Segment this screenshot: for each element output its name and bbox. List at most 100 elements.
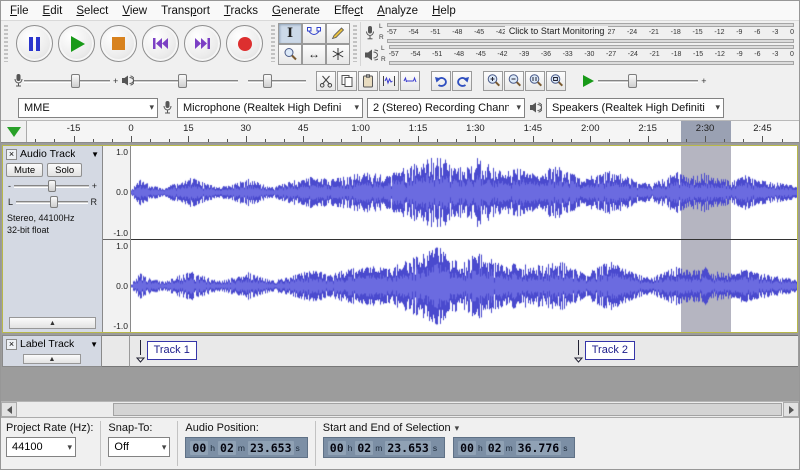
waveform-channel-right[interactable]: [131, 240, 797, 333]
auxiliary-slider-thumb[interactable]: [263, 74, 272, 88]
recording-channels-dropdown[interactable]: 2 (Stereo) Recording Channels ▾: [367, 98, 525, 118]
label-track-title[interactable]: Label Track: [20, 338, 74, 350]
multi-tool-button[interactable]: [326, 44, 350, 65]
menu-select[interactable]: Select: [69, 3, 115, 19]
gain-slider[interactable]: [14, 179, 89, 193]
silence-audio-button[interactable]: [400, 71, 420, 91]
paste-button[interactable]: [358, 71, 378, 91]
stop-button[interactable]: [100, 25, 137, 62]
playback-meter[interactable]: LR -57-54-51-48-45-42-39-36-33-30-27-24-…: [360, 44, 799, 66]
solo-button[interactable]: Solo: [47, 163, 82, 177]
zoom-out-button[interactable]: [504, 71, 524, 91]
ruler-value: 1.0: [116, 147, 128, 157]
label-track-menu-arrow[interactable]: ▼: [90, 340, 98, 349]
gain-slider-thumb[interactable]: [48, 180, 56, 192]
playback-device-dropdown[interactable]: Speakers (Realtek High Definiti ▾: [546, 98, 724, 118]
menu-help[interactable]: Help: [425, 3, 463, 19]
menu-tracks[interactable]: Tracks: [217, 3, 265, 19]
label-text[interactable]: Track 1: [147, 341, 197, 360]
envelope-tool-button[interactable]: [302, 23, 326, 44]
zoom-tool-button[interactable]: [278, 44, 302, 65]
monitoring-message[interactable]: Click to Start Monitoring: [505, 26, 609, 36]
skip-to-end-button[interactable]: [184, 25, 221, 62]
selection-tool-button[interactable]: I: [278, 23, 302, 44]
fit-project-button[interactable]: [546, 71, 566, 91]
playback-meter-body[interactable]: -57-54-51-48-45-42-39-36-33-30-27-24-21-…: [389, 45, 794, 65]
recording-volume-thumb[interactable]: [71, 74, 80, 88]
label-marker-icon[interactable]: [574, 339, 583, 363]
cut-button[interactable]: [316, 71, 336, 91]
selection-end-display[interactable]: 00h02m36.776s: [453, 437, 575, 458]
audio-track-close-button[interactable]: ×: [6, 149, 17, 160]
waveform-channel-left[interactable]: [131, 146, 797, 240]
selection-section: Start and End of Selection ▾ 00h02m23.65…: [323, 421, 576, 466]
menu-file[interactable]: File: [3, 3, 36, 19]
ruler-value: 0.0: [116, 281, 128, 291]
menu-effect[interactable]: Effect: [327, 3, 370, 19]
play-speed-thumb[interactable]: [628, 74, 637, 88]
timeline-tick: [35, 139, 36, 142]
meter-scale-number: -57: [387, 29, 397, 36]
tools-toolbar-grip[interactable]: [271, 25, 275, 62]
label-track-close-button[interactable]: ×: [6, 339, 17, 350]
audio-track-menu-arrow[interactable]: ▼: [91, 150, 99, 159]
selection-start-display[interactable]: 00h02m23.653s: [323, 437, 445, 458]
play-at-speed-button[interactable]: [583, 75, 594, 87]
recording-meter[interactable]: LR -57-54-51-48-45-42-39-36-33-30-27-24-…: [360, 22, 799, 44]
label-text[interactable]: Track 2: [585, 341, 635, 360]
selection-format-dropdown[interactable]: Start and End of Selection ▾: [323, 422, 576, 434]
pause-button[interactable]: [16, 25, 53, 62]
zoom-in-button[interactable]: [483, 71, 503, 91]
recording-device-dropdown[interactable]: Microphone (Realtek High Defini ▾: [177, 98, 363, 118]
play-button[interactable]: [58, 25, 95, 62]
pinned-playhead-toggle[interactable]: [1, 121, 27, 142]
audio-host-dropdown[interactable]: MME ▾: [18, 98, 158, 118]
project-rate-section: Project Rate (Hz): 44100 ▾: [6, 421, 93, 466]
scroll-left-button[interactable]: [1, 402, 17, 417]
fit-selection-button[interactable]: [525, 71, 545, 91]
recording-meter-body[interactable]: -57-54-51-48-45-42-39-36-33-30-27-24-21-…: [387, 23, 794, 43]
undo-button[interactable]: [431, 71, 451, 91]
mute-button[interactable]: Mute: [6, 163, 43, 177]
label-track-content[interactable]: Track 1 Track 2: [130, 335, 798, 367]
audio-track-collapse-button[interactable]: ▲: [9, 317, 96, 329]
timeline-label: 2:00: [581, 123, 600, 134]
ruler-value: -1.0: [113, 228, 128, 238]
skip-to-start-button[interactable]: [142, 25, 179, 62]
play-speed-slider[interactable]: [598, 72, 698, 90]
scroll-right-button[interactable]: [783, 402, 799, 417]
audio-position-display[interactable]: 00h02m23.653s: [185, 437, 307, 458]
timeline-label: 2:30: [696, 123, 715, 134]
project-rate-dropdown[interactable]: 44100 ▾: [6, 437, 76, 457]
chevron-down-icon: ▾: [351, 102, 362, 113]
scrollbar-thumb[interactable]: [113, 403, 782, 416]
snap-to-dropdown[interactable]: Off ▾: [108, 437, 170, 457]
copy-button[interactable]: [337, 71, 357, 91]
label-track-collapse-button[interactable]: ▲: [23, 354, 81, 364]
timeshift-tool-button[interactable]: ↔: [302, 44, 326, 65]
waveform-canvas-left: [131, 146, 797, 239]
meter-toolbar-grip[interactable]: [353, 25, 357, 62]
playback-volume-slider[interactable]: [134, 72, 238, 90]
horizontal-scrollbar[interactable]: [1, 401, 799, 417]
label-marker-icon[interactable]: [136, 339, 145, 363]
trim-audio-button[interactable]: [379, 71, 399, 91]
audio-track-title[interactable]: Audio Track: [20, 148, 75, 160]
pan-slider[interactable]: [16, 195, 87, 209]
record-button[interactable]: [226, 25, 263, 62]
menu-analyze[interactable]: Analyze: [370, 3, 425, 19]
timeline-label: 0: [128, 123, 133, 134]
pan-slider-thumb[interactable]: [50, 196, 58, 208]
playback-meter-channel-labels: LR: [381, 46, 386, 64]
redo-button[interactable]: [452, 71, 472, 91]
transport-toolbar-grip[interactable]: [4, 25, 8, 62]
recording-volume-slider[interactable]: [24, 72, 110, 90]
menu-generate[interactable]: Generate: [265, 3, 327, 19]
menu-edit[interactable]: Edit: [36, 3, 70, 19]
draw-tool-button[interactable]: [326, 23, 350, 44]
auxiliary-slider[interactable]: [248, 72, 306, 90]
timeline-ruler[interactable]: -1501530451:001:151:301:452:002:152:302:…: [27, 121, 799, 142]
playback-volume-thumb[interactable]: [178, 74, 187, 88]
menu-transport[interactable]: Transport: [154, 3, 217, 19]
menu-view[interactable]: View: [115, 3, 154, 19]
